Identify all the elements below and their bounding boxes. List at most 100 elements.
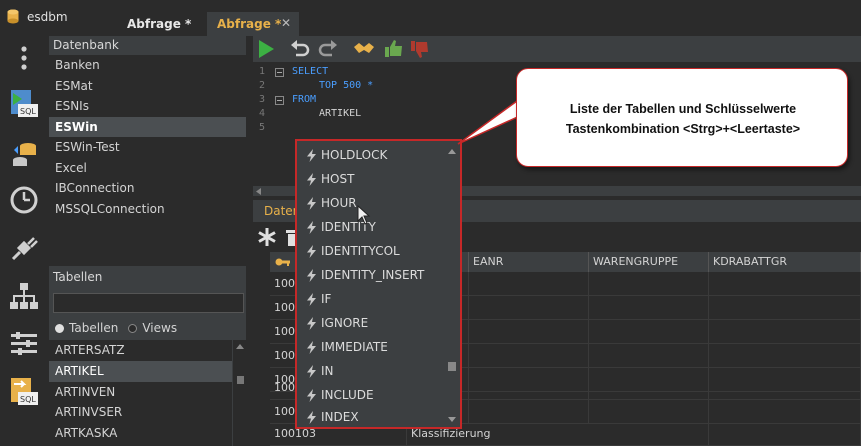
database-item[interactable]: ESWin-Test (49, 137, 246, 158)
asterisk-icon[interactable] (256, 226, 278, 248)
column-header[interactable]: WARENGRUPPE (589, 252, 709, 272)
radio-views-label: Views (142, 321, 178, 335)
code-area[interactable]: SELECT TOP 500 * FROM ARTIKEL (292, 65, 373, 121)
database-sync-icon[interactable] (8, 138, 40, 170)
autocomplete-item[interactable]: INDEX (299, 407, 444, 427)
thumbs-down-icon[interactable] (409, 39, 431, 59)
radio-views[interactable] (128, 323, 138, 333)
autocomplete-item[interactable]: HOLDLOCK (299, 143, 444, 167)
grid-cell (589, 400, 709, 424)
database-item[interactable]: Excel (49, 158, 246, 179)
grid-cell (589, 376, 709, 400)
database-item[interactable]: ESMat (49, 76, 246, 97)
tab-query-1[interactable]: Abfrage * (117, 12, 205, 36)
code-table: ARTIKEL (319, 108, 362, 119)
scroll-up-icon[interactable] (448, 149, 456, 154)
radio-tables-label: Tabellen (69, 321, 119, 335)
database-item-selected[interactable]: ESWin (49, 116, 246, 137)
scroll-up-icon[interactable] (236, 344, 244, 349)
grid-cell (709, 422, 861, 446)
scroll-left-icon[interactable] (256, 188, 261, 195)
grid-cell (709, 296, 861, 320)
redo-icon[interactable] (317, 39, 339, 59)
tables-search-input[interactable] (53, 293, 244, 313)
handshake-icon[interactable] (353, 39, 375, 59)
grid-cell (589, 422, 709, 446)
autocomplete-item[interactable]: IF (299, 287, 444, 311)
table-item[interactable]: ARTINVEN (49, 382, 246, 403)
grid-cell (709, 320, 861, 344)
autocomplete-item[interactable]: HOST (299, 167, 444, 191)
hierarchy-icon[interactable] (8, 280, 40, 312)
run-icon[interactable] (255, 39, 277, 59)
tables-scrollbar[interactable] (232, 340, 246, 446)
grid-cell (709, 400, 861, 424)
autocomplete-item[interactable]: IMMEDIATE (299, 335, 444, 359)
lightning-icon (307, 388, 316, 402)
mouse-cursor-icon (357, 205, 371, 225)
scroll-thumb[interactable] (448, 362, 456, 371)
autocomplete-item[interactable]: IGNORE (299, 311, 444, 335)
lightning-icon (307, 196, 316, 210)
grid-cell (709, 344, 861, 368)
sql-file-icon[interactable]: SQL (8, 88, 40, 120)
database-item[interactable]: IBConnection (49, 178, 246, 199)
lightning-icon (307, 268, 316, 282)
autocomplete-item[interactable]: IDENTITY_INSERT (299, 263, 444, 287)
autocomplete-item[interactable]: IDENTITY (299, 215, 444, 239)
thumbs-up-icon[interactable] (383, 39, 405, 59)
more-vert-icon[interactable] (8, 42, 40, 74)
tab-query-2[interactable]: Abfrage * ✕ (207, 12, 299, 36)
table-item[interactable]: ARTINVSER (49, 402, 246, 423)
autocomplete-popup: HOLDLOCK HOST HOUR IDENTITY IDENTITYCOL … (295, 139, 462, 429)
callout-text: Liste der Tabellen und Schlüsselwerte Ta… (517, 99, 849, 139)
lightning-icon (307, 410, 316, 424)
code-keyword: FROM (292, 94, 317, 105)
table-item[interactable]: ARTERSATZ (49, 340, 246, 361)
grid-cell (589, 344, 709, 368)
autocomplete-scrollbar[interactable] (446, 143, 458, 425)
plug-icon[interactable] (8, 232, 40, 264)
key-icon (275, 258, 290, 266)
hint-callout: Liste der Tabellen und Schlüsselwerte Ta… (516, 68, 848, 167)
autocomplete-label: IF (321, 292, 332, 306)
close-tab-button[interactable]: ✕ (281, 16, 291, 30)
grid-cell (589, 296, 709, 320)
table-item[interactable]: ARTKASKA (49, 423, 246, 444)
grid-cell (469, 320, 589, 344)
table-item-selected[interactable]: ARTIKEL (49, 360, 246, 382)
database-icon (7, 9, 19, 24)
column-header[interactable]: KDRABATTGR (709, 252, 861, 272)
undo-icon[interactable] (289, 39, 311, 59)
line-number: 3 (259, 94, 266, 105)
autocomplete-label: INCLUDE (321, 388, 374, 402)
list-settings-icon[interactable] (8, 328, 40, 360)
code-keyword: SELECT (292, 66, 329, 77)
autocomplete-label: IDENTITY_INSERT (321, 268, 425, 282)
lightning-icon (307, 148, 316, 162)
scroll-down-icon[interactable] (448, 417, 456, 422)
grid-cell (469, 272, 589, 296)
clock-icon[interactable] (8, 184, 40, 216)
svg-text:SQL: SQL (20, 107, 36, 116)
lightning-icon (307, 364, 316, 378)
scroll-thumb[interactable] (237, 376, 244, 384)
database-item[interactable]: MSSQLConnection (49, 199, 246, 220)
column-header[interactable]: EANR (469, 252, 589, 272)
database-item[interactable]: Banken (49, 55, 246, 76)
autocomplete-item[interactable]: IDENTITYCOL (299, 239, 444, 263)
autocomplete-label: IN (321, 364, 334, 378)
grid-cell (589, 272, 709, 296)
callout-line-1: Liste der Tabellen und Schlüsselwerte (569, 102, 797, 116)
autocomplete-item[interactable]: IN (299, 359, 444, 383)
lightning-icon (307, 244, 316, 258)
tables-panel: Tabellen Tabellen Views ARTERSATZ ARTIKE… (49, 266, 246, 446)
code-keyword: TOP 500 * (319, 80, 374, 91)
sql-export-icon[interactable]: SQL (8, 376, 40, 408)
radio-tables[interactable] (55, 323, 64, 333)
autocomplete-item[interactable]: HOUR (299, 191, 444, 215)
autocomplete-item[interactable]: INCLUDE (299, 383, 444, 407)
database-item[interactable]: ESNIs (49, 96, 246, 117)
fold-toggle[interactable] (275, 96, 284, 105)
fold-toggle[interactable] (275, 68, 284, 77)
